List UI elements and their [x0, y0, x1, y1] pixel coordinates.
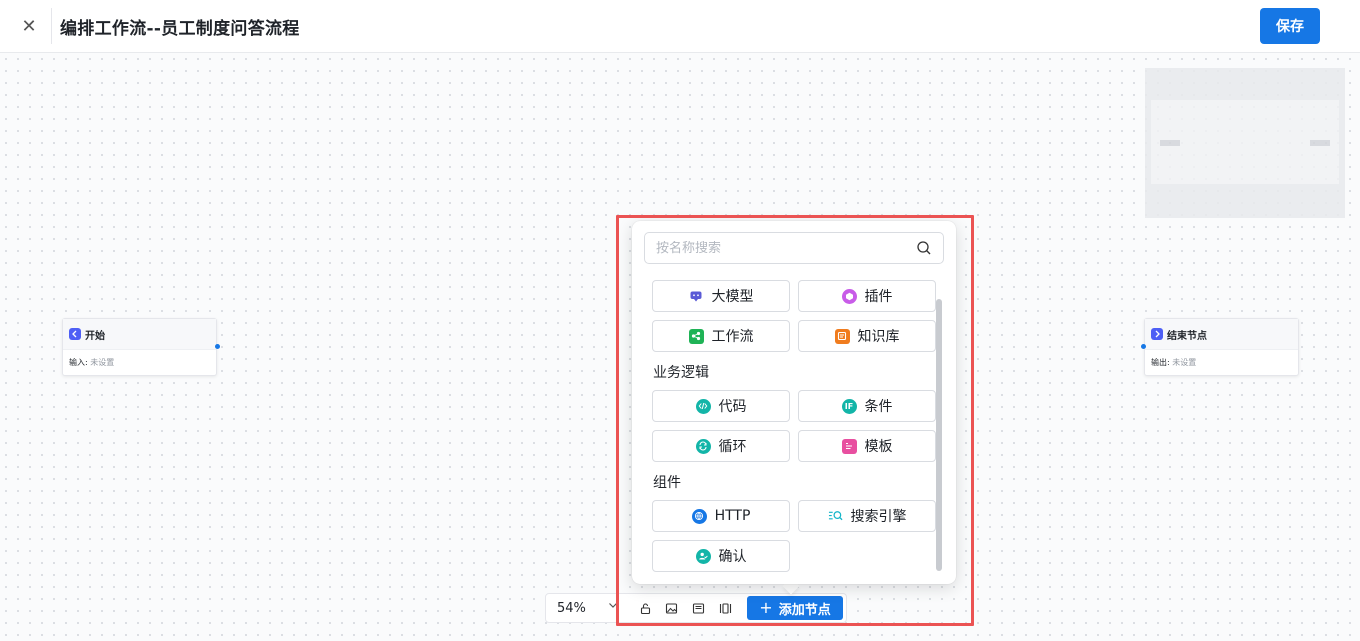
node-option-loop[interactable]: 循环: [652, 430, 790, 462]
zoom-value: 54%: [557, 600, 586, 616]
loop-icon: [695, 438, 711, 454]
node-option-workflow[interactable]: 工作流: [652, 320, 790, 352]
fit-screen-icon[interactable]: [690, 600, 706, 616]
save-button[interactable]: 保存: [1260, 8, 1320, 44]
confirm-user-icon: [695, 548, 711, 564]
page-title: 编排工作流--员工制度问答流程: [60, 19, 300, 39]
node-header: 开始: [63, 319, 216, 350]
start-node-icon: [69, 328, 81, 340]
minimap-node: [1310, 140, 1330, 146]
node-option-label: 搜索引擎: [850, 509, 907, 525]
code-icon: [695, 398, 711, 414]
node-option-llm[interactable]: 大模型: [652, 280, 790, 312]
node-field-value: 未设置: [90, 358, 115, 367]
node-field-value: 未设置: [1172, 358, 1197, 367]
node-option-knowledge-base[interactable]: 知识库: [798, 320, 936, 352]
layout-icon[interactable]: [717, 600, 733, 616]
plus-icon: +: [759, 598, 773, 617]
node-search-input[interactable]: [656, 240, 906, 256]
node-option-label: 插件: [864, 289, 893, 305]
node-search-box[interactable]: [644, 232, 944, 264]
search-engine-icon: [828, 509, 843, 524]
node-option-label: 知识库: [857, 329, 900, 345]
chevron-down-icon[interactable]: [608, 600, 618, 613]
node-option-label: 模板: [864, 439, 893, 455]
header-divider: [51, 8, 52, 44]
node-picker-popup: 大模型 插件 工作流 知识库 业务逻辑 代码 IF 条件 循环: [632, 221, 956, 584]
template-icon: [841, 438, 857, 454]
end-node[interactable]: 结束节点 输出: 未设置: [1141, 318, 1299, 376]
llm-chat-icon: [689, 289, 704, 304]
image-icon[interactable]: [663, 600, 679, 616]
node-option-condition[interactable]: IF 条件: [798, 390, 936, 422]
node-option-label: 大模型: [711, 289, 754, 305]
node-body: 输出: 未设置: [1145, 350, 1298, 368]
workflow-icon: [688, 328, 704, 344]
node-option-label: 条件: [864, 399, 893, 415]
node-option-label: 确认: [718, 549, 747, 565]
input-port[interactable]: [1141, 344, 1146, 349]
section-title-component: 组件: [653, 475, 681, 491]
minimap-node: [1160, 140, 1180, 146]
node-option-template[interactable]: 模板: [798, 430, 936, 462]
node-field-label: 输出:: [1151, 358, 1170, 367]
node-header: 结束节点: [1145, 319, 1298, 350]
node-option-plugin[interactable]: 插件: [798, 280, 936, 312]
minimap[interactable]: [1145, 68, 1345, 218]
popup-scrollbar[interactable]: [936, 299, 942, 571]
http-globe-icon: [691, 508, 707, 524]
close-icon[interactable]: ✕: [18, 14, 40, 38]
node-option-http[interactable]: HTTP: [652, 500, 790, 532]
node-option-search-engine[interactable]: 搜索引擎: [798, 500, 936, 532]
node-option-label: HTTP: [714, 508, 751, 524]
node-option-confirm[interactable]: 确认: [652, 540, 790, 572]
knowledge-base-icon: [834, 328, 850, 344]
add-node-button[interactable]: + 添加节点: [747, 596, 843, 620]
end-node-icon: [1151, 328, 1163, 340]
node-option-code[interactable]: 代码: [652, 390, 790, 422]
node-field-label: 输入:: [69, 358, 88, 367]
node-option-label: 代码: [718, 399, 747, 415]
plugin-cube-icon: [841, 288, 857, 304]
top-bar: ✕ 编排工作流--员工制度问答流程 保存: [0, 0, 1360, 53]
start-node[interactable]: 开始 输入: 未设置: [62, 318, 220, 376]
lock-icon[interactable]: [637, 600, 653, 616]
node-option-label: 循环: [718, 439, 747, 455]
search-icon[interactable]: [916, 240, 932, 256]
node-title: 开始: [85, 330, 105, 342]
node-body: 输入: 未设置: [63, 350, 216, 368]
add-node-label: 添加节点: [778, 602, 831, 618]
node-option-label: 工作流: [711, 329, 754, 345]
output-port[interactable]: [215, 344, 220, 349]
section-title-logic: 业务逻辑: [653, 365, 709, 381]
condition-if-icon: IF: [841, 398, 857, 414]
node-title: 结束节点: [1167, 330, 1207, 342]
